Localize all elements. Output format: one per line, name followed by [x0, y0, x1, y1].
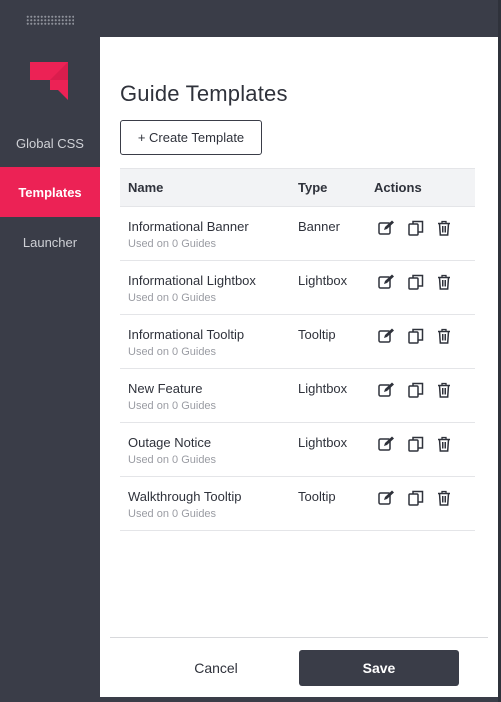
edit-icon — [377, 490, 395, 506]
edit-icon — [377, 274, 395, 290]
edit-template-button[interactable] — [377, 219, 395, 237]
create-template-button[interactable]: + Create Template — [120, 120, 262, 155]
sidebar-item-launcher[interactable]: Launcher — [0, 217, 100, 267]
template-type: Banner — [298, 219, 340, 234]
copy-icon — [408, 220, 424, 236]
edit-icon — [377, 328, 395, 344]
edit-template-button[interactable] — [377, 327, 395, 345]
copy-icon — [408, 382, 424, 398]
sidebar-item-global-css[interactable]: Global CSS — [0, 118, 100, 168]
duplicate-template-button[interactable] — [407, 219, 425, 237]
template-name: Walkthrough Tooltip — [128, 489, 242, 504]
edit-template-button[interactable] — [377, 273, 395, 291]
template-usage: Used on 0 Guides — [128, 508, 217, 520]
edit-template-button[interactable] — [377, 435, 395, 453]
table-header: Name Type Actions — [120, 168, 475, 207]
copy-icon — [408, 328, 424, 344]
template-type: Lightbox — [298, 273, 348, 288]
cancel-button[interactable]: Cancel — [176, 650, 256, 686]
brand-logo — [30, 62, 68, 100]
template-usage: Used on 0 Guides — [128, 400, 217, 412]
trash-icon — [437, 490, 451, 506]
edit-template-button[interactable] — [377, 381, 395, 399]
delete-template-button[interactable] — [435, 219, 453, 237]
trash-icon — [437, 220, 451, 236]
templates-panel: Guide Templates + Create Template Name T… — [100, 37, 498, 697]
template-usage: Used on 0 Guides — [128, 238, 217, 250]
drag-handle[interactable] — [26, 15, 74, 25]
footer-divider — [110, 637, 488, 638]
trash-icon — [437, 274, 451, 290]
delete-template-button[interactable] — [435, 381, 453, 399]
table-row: Informational Lightbox Used on 0 Guides Li… — [120, 261, 475, 315]
sidebar-item-templates[interactable]: Templates — [0, 167, 100, 217]
trash-icon — [437, 328, 451, 344]
template-name: Informational Banner — [128, 219, 249, 234]
save-button[interactable]: Save — [299, 650, 459, 686]
delete-template-button[interactable] — [435, 327, 453, 345]
trash-icon — [437, 382, 451, 398]
table-row: Informational Banner Used on 0 Guides Bann… — [120, 207, 475, 261]
column-header-name: Name — [128, 180, 164, 195]
edit-icon — [377, 436, 395, 452]
delete-template-button[interactable] — [435, 489, 453, 507]
template-name: Informational Tooltip — [128, 327, 245, 342]
edit-icon — [377, 220, 395, 236]
template-type: Tooltip — [298, 489, 336, 504]
templates-table: Name Type Actions Informational Banner Us… — [120, 168, 475, 531]
delete-template-button[interactable] — [435, 273, 453, 291]
duplicate-template-button[interactable] — [407, 327, 425, 345]
table-row: New Feature Used on 0 Guides Lightbox — [120, 369, 475, 423]
column-header-actions: Actions — [374, 180, 422, 195]
template-name: New Feature — [128, 381, 203, 396]
column-header-type: Type — [298, 180, 328, 195]
edit-icon — [377, 382, 395, 398]
duplicate-template-button[interactable] — [407, 489, 425, 507]
edit-template-button[interactable] — [377, 489, 395, 507]
template-usage: Used on 0 Guides — [128, 454, 217, 466]
template-type: Lightbox — [298, 381, 348, 396]
delete-template-button[interactable] — [435, 435, 453, 453]
template-type: Lightbox — [298, 435, 348, 450]
template-name: Informational Lightbox — [128, 273, 256, 288]
trash-icon — [437, 436, 451, 452]
table-row: Walkthrough Tooltip Used on 0 Guides Toolt… — [120, 477, 475, 531]
copy-icon — [408, 490, 424, 506]
duplicate-template-button[interactable] — [407, 381, 425, 399]
page-title: Guide Templates — [120, 81, 288, 106]
copy-icon — [408, 274, 424, 290]
template-usage: Used on 0 Guides — [128, 346, 217, 358]
duplicate-template-button[interactable] — [407, 273, 425, 291]
sidebar: Global CSS Templates Launcher — [0, 36, 100, 702]
table-row: Informational Tooltip Used on 0 Guides Too… — [120, 315, 475, 369]
duplicate-template-button[interactable] — [407, 435, 425, 453]
template-type: Tooltip — [298, 327, 336, 342]
copy-icon — [408, 436, 424, 452]
table-row: Outage Notice Used on 0 Guides Lightbox — [120, 423, 475, 477]
template-name: Outage Notice — [128, 435, 212, 450]
template-usage: Used on 0 Guides — [128, 292, 217, 304]
